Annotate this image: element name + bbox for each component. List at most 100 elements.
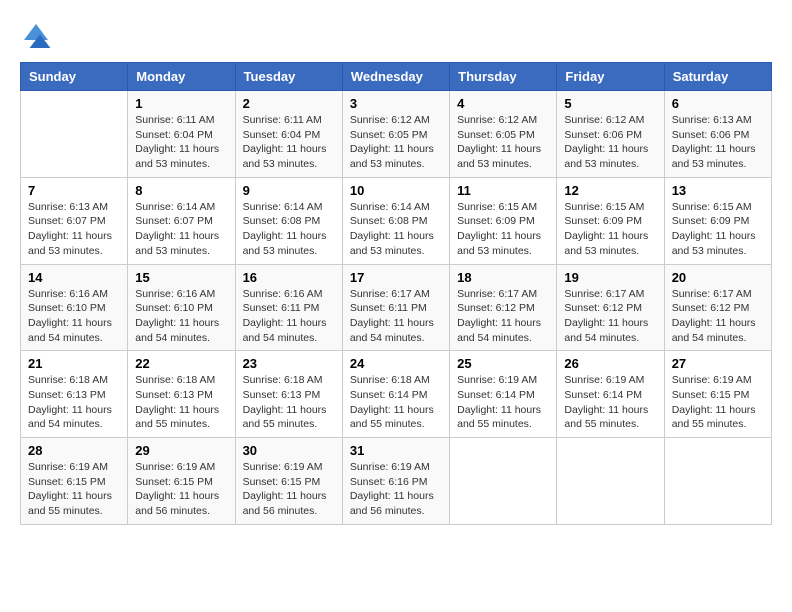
- calendar-cell: [557, 438, 664, 525]
- day-info: Sunrise: 6:19 AMSunset: 6:15 PMDaylight:…: [135, 460, 227, 519]
- day-info: Sunrise: 6:14 AMSunset: 6:07 PMDaylight:…: [135, 200, 227, 259]
- day-number: 21: [28, 356, 120, 371]
- calendar-cell: 4 Sunrise: 6:12 AMSunset: 6:05 PMDaylight…: [450, 91, 557, 178]
- header-day-tuesday: Tuesday: [235, 63, 342, 91]
- day-info: Sunrise: 6:19 AMSunset: 6:15 PMDaylight:…: [672, 373, 764, 432]
- calendar-cell: 7Sunrise: 6:13 AMSunset: 6:07 PMDaylight…: [21, 177, 128, 264]
- header-row: SundayMondayTuesdayWednesdayThursdayFrid…: [21, 63, 772, 91]
- day-number: 13: [672, 183, 764, 198]
- day-info: Sunrise: 6:13 AMSunset: 6:07 PMDaylight:…: [28, 200, 120, 259]
- day-number: 19: [564, 270, 656, 285]
- header-day-thursday: Thursday: [450, 63, 557, 91]
- calendar-cell: 3Sunrise: 6:12 AMSunset: 6:05 PMDaylight…: [342, 91, 449, 178]
- day-number: 11: [457, 183, 549, 198]
- calendar-cell: 19 Sunrise: 6:17 AMSunset: 6:12 PMDayligh…: [557, 264, 664, 351]
- day-number: 10: [350, 183, 442, 198]
- day-number: 31: [350, 443, 442, 458]
- calendar-cell: [664, 438, 771, 525]
- day-number: 6: [672, 96, 764, 111]
- calendar-cell: 5 Sunrise: 6:12 AMSunset: 6:06 PMDaylight…: [557, 91, 664, 178]
- week-row-2: 14Sunrise: 6:16 AMSunset: 6:10 PMDayligh…: [21, 264, 772, 351]
- calendar-cell: 8 Sunrise: 6:14 AMSunset: 6:07 PMDaylight…: [128, 177, 235, 264]
- calendar-cell: 17 Sunrise: 6:17 AMSunset: 6:11 PMDayligh…: [342, 264, 449, 351]
- calendar-cell: 2 Sunrise: 6:11 AMSunset: 6:04 PMDaylight…: [235, 91, 342, 178]
- day-info: Sunrise: 6:12 AMSunset: 6:06 PMDaylight:…: [564, 113, 656, 172]
- calendar-cell: 24 Sunrise: 6:18 AMSunset: 6:14 PMDayligh…: [342, 351, 449, 438]
- week-row-3: 21 Sunrise: 6:18 AMSunset: 6:13 PMDayligh…: [21, 351, 772, 438]
- day-info: Sunrise: 6:12 AMSunset: 6:05 PMDaylight:…: [457, 113, 549, 172]
- day-info: Sunrise: 6:16 AMSunset: 6:11 PMDaylight:…: [243, 287, 335, 346]
- day-number: 22: [135, 356, 227, 371]
- calendar-cell: 9 Sunrise: 6:14 AMSunset: 6:08 PMDaylight…: [235, 177, 342, 264]
- calendar-table: SundayMondayTuesdayWednesdayThursdayFrid…: [20, 62, 772, 525]
- day-number: 20: [672, 270, 764, 285]
- week-row-4: 28 Sunrise: 6:19 AMSunset: 6:15 PMDayligh…: [21, 438, 772, 525]
- day-number: 12: [564, 183, 656, 198]
- day-info: Sunrise: 6:17 AMSunset: 6:11 PMDaylight:…: [350, 287, 442, 346]
- header-day-friday: Friday: [557, 63, 664, 91]
- calendar-cell: 30Sunrise: 6:19 AMSunset: 6:15 PMDayligh…: [235, 438, 342, 525]
- day-info: Sunrise: 6:19 AMSunset: 6:14 PMDaylight:…: [457, 373, 549, 432]
- logo: [20, 20, 56, 52]
- header-day-saturday: Saturday: [664, 63, 771, 91]
- calendar-cell: 26 Sunrise: 6:19 AMSunset: 6:14 PMDayligh…: [557, 351, 664, 438]
- header-day-monday: Monday: [128, 63, 235, 91]
- week-row-0: 1 Sunrise: 6:11 AMSunset: 6:04 PMDaylight…: [21, 91, 772, 178]
- calendar-header: SundayMondayTuesdayWednesdayThursdayFrid…: [21, 63, 772, 91]
- day-info: Sunrise: 6:15 AMSunset: 6:09 PMDaylight:…: [672, 200, 764, 259]
- calendar-cell: 31 Sunrise: 6:19 AMSunset: 6:16 PMDayligh…: [342, 438, 449, 525]
- calendar-cell: 13 Sunrise: 6:15 AMSunset: 6:09 PMDayligh…: [664, 177, 771, 264]
- day-info: Sunrise: 6:19 AMSunset: 6:15 PMDaylight:…: [28, 460, 120, 519]
- day-number: 4: [457, 96, 549, 111]
- day-info: Sunrise: 6:17 AMSunset: 6:12 PMDaylight:…: [564, 287, 656, 346]
- day-info: Sunrise: 6:15 AMSunset: 6:09 PMDaylight:…: [564, 200, 656, 259]
- calendar-cell: 25Sunrise: 6:19 AMSunset: 6:14 PMDayligh…: [450, 351, 557, 438]
- day-info: Sunrise: 6:19 AMSunset: 6:14 PMDaylight:…: [564, 373, 656, 432]
- calendar-cell: 22Sunrise: 6:18 AMSunset: 6:13 PMDayligh…: [128, 351, 235, 438]
- day-number: 1: [135, 96, 227, 111]
- day-number: 29: [135, 443, 227, 458]
- calendar-cell: [21, 91, 128, 178]
- day-info: Sunrise: 6:16 AMSunset: 6:10 PMDaylight:…: [28, 287, 120, 346]
- day-info: Sunrise: 6:17 AMSunset: 6:12 PMDaylight:…: [672, 287, 764, 346]
- day-info: Sunrise: 6:18 AMSunset: 6:13 PMDaylight:…: [28, 373, 120, 432]
- calendar-cell: 20 Sunrise: 6:17 AMSunset: 6:12 PMDayligh…: [664, 264, 771, 351]
- day-number: 2: [243, 96, 335, 111]
- day-number: 16: [243, 270, 335, 285]
- day-number: 15: [135, 270, 227, 285]
- calendar-cell: 10 Sunrise: 6:14 AMSunset: 6:08 PMDayligh…: [342, 177, 449, 264]
- day-info: Sunrise: 6:17 AMSunset: 6:12 PMDaylight:…: [457, 287, 549, 346]
- calendar-cell: 21 Sunrise: 6:18 AMSunset: 6:13 PMDayligh…: [21, 351, 128, 438]
- day-number: 26: [564, 356, 656, 371]
- calendar-cell: 12 Sunrise: 6:15 AMSunset: 6:09 PMDayligh…: [557, 177, 664, 264]
- day-info: Sunrise: 6:12 AMSunset: 6:05 PMDaylight:…: [350, 113, 442, 172]
- day-info: Sunrise: 6:19 AMSunset: 6:16 PMDaylight:…: [350, 460, 442, 519]
- calendar-cell: [450, 438, 557, 525]
- calendar-cell: 14Sunrise: 6:16 AMSunset: 6:10 PMDayligh…: [21, 264, 128, 351]
- day-number: 27: [672, 356, 764, 371]
- day-number: 9: [243, 183, 335, 198]
- day-number: 28: [28, 443, 120, 458]
- day-info: Sunrise: 6:13 AMSunset: 6:06 PMDaylight:…: [672, 113, 764, 172]
- day-info: Sunrise: 6:18 AMSunset: 6:13 PMDaylight:…: [243, 373, 335, 432]
- day-number: 8: [135, 183, 227, 198]
- calendar-cell: 29 Sunrise: 6:19 AMSunset: 6:15 PMDayligh…: [128, 438, 235, 525]
- calendar-cell: 28 Sunrise: 6:19 AMSunset: 6:15 PMDayligh…: [21, 438, 128, 525]
- day-info: Sunrise: 6:11 AMSunset: 6:04 PMDaylight:…: [243, 113, 335, 172]
- header-day-sunday: Sunday: [21, 63, 128, 91]
- day-number: 5: [564, 96, 656, 111]
- day-info: Sunrise: 6:11 AMSunset: 6:04 PMDaylight:…: [135, 113, 227, 172]
- day-info: Sunrise: 6:18 AMSunset: 6:14 PMDaylight:…: [350, 373, 442, 432]
- day-info: Sunrise: 6:15 AMSunset: 6:09 PMDaylight:…: [457, 200, 549, 259]
- calendar-cell: 11 Sunrise: 6:15 AMSunset: 6:09 PMDayligh…: [450, 177, 557, 264]
- day-number: 17: [350, 270, 442, 285]
- day-number: 24: [350, 356, 442, 371]
- calendar-cell: 23 Sunrise: 6:18 AMSunset: 6:13 PMDayligh…: [235, 351, 342, 438]
- calendar-cell: 16 Sunrise: 6:16 AMSunset: 6:11 PMDayligh…: [235, 264, 342, 351]
- week-row-1: 7Sunrise: 6:13 AMSunset: 6:07 PMDaylight…: [21, 177, 772, 264]
- calendar-cell: 1 Sunrise: 6:11 AMSunset: 6:04 PMDaylight…: [128, 91, 235, 178]
- day-info: Sunrise: 6:14 AMSunset: 6:08 PMDaylight:…: [350, 200, 442, 259]
- day-number: 23: [243, 356, 335, 371]
- day-info: Sunrise: 6:14 AMSunset: 6:08 PMDaylight:…: [243, 200, 335, 259]
- logo-icon: [20, 20, 52, 52]
